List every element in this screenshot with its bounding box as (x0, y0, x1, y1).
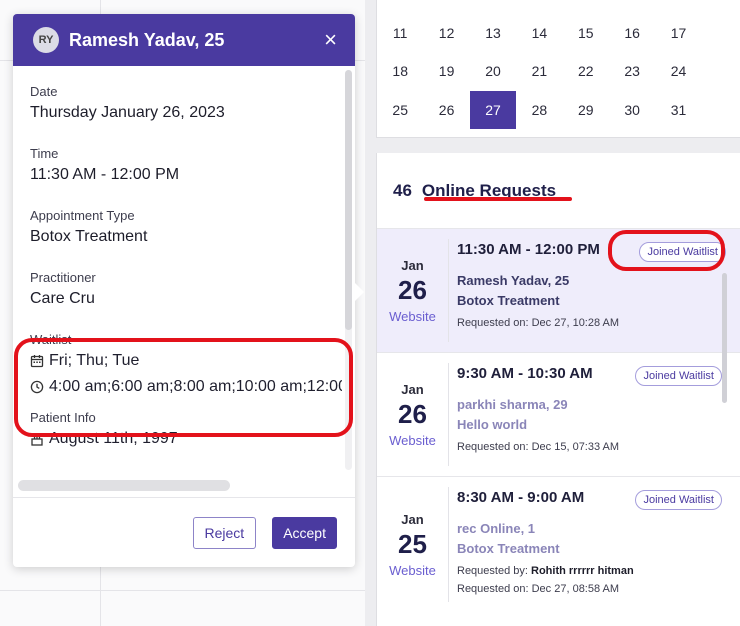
practitioner-value: Care Cru (30, 290, 95, 307)
calendar-day[interactable]: 29 (563, 91, 609, 129)
online-requests-panel: 46 Online Requests Jan 26 Website 11:30 … (376, 153, 740, 626)
modal-header: RY Ramesh Yadav, 25 × (13, 14, 355, 66)
request-item[interactable]: Jan 26 Website 9:30 AM - 10:30 AM parkhi… (377, 352, 740, 476)
online-requests-header: 46 Online Requests (377, 153, 740, 228)
calendar-day[interactable]: 28 (516, 91, 562, 129)
calendar-day[interactable]: 14 (516, 14, 562, 52)
request-source: Website (389, 308, 436, 324)
request-patient-name: Ramesh Yadav, 25 (457, 273, 570, 288)
joined-waitlist-badge: Joined Waitlist (635, 366, 722, 386)
accept-button[interactable]: Accept (272, 516, 337, 549)
date-field: Date Thursday January 26, 2023 (30, 84, 355, 122)
appointment-request-modal: RY Ramesh Yadav, 25 × Date Thursday Janu… (13, 14, 355, 567)
calendar-week-row: 25 26 27 28 29 30 31 (377, 91, 740, 129)
request-patient-name: parkhi sharma, 29 (457, 397, 568, 412)
requests-count: 46 (393, 180, 412, 200)
calendar-day[interactable]: 12 (423, 14, 469, 52)
modal-title: Ramesh Yadav, 25 (69, 29, 225, 50)
date-label: Date (30, 84, 58, 99)
appointment-type-label: Appointment Type (30, 208, 135, 223)
request-treatment: Botox Treatment (457, 293, 560, 308)
request-requested-on: Requested on: Dec 27, 10:28 AM (457, 317, 620, 329)
appointment-type-value: Botox Treatment (30, 228, 148, 245)
time-label: Time (30, 146, 59, 161)
avatar: RY (33, 27, 59, 53)
request-patient-name: rec Online, 1 (457, 521, 536, 536)
calendar-day[interactable]: 16 (609, 14, 655, 52)
waitlist-highlight-annotation (14, 338, 353, 437)
request-requested-by: Requested by: Rohith rrrrrr hitman (457, 565, 740, 577)
calendar-day[interactable]: 20 (470, 52, 516, 90)
calendar-day[interactable]: 13 (470, 14, 516, 52)
calendar-day[interactable]: 11 (377, 14, 423, 52)
request-item[interactable]: Jan 25 Website 8:30 AM - 9:00 AM rec Onl… (377, 476, 740, 626)
calendar-day-selected[interactable]: 27 (469, 91, 517, 129)
request-month: Jan (401, 257, 424, 273)
request-day: 25 (398, 528, 427, 559)
joined-waitlist-badge: Joined Waitlist (635, 490, 722, 510)
request-source: Website (389, 432, 436, 448)
badge-highlight-annotation (608, 230, 725, 271)
calendar-week-row: 18 19 20 21 22 23 24 (377, 52, 740, 90)
request-requested-on: Requested on: Dec 15, 07:33 AM (457, 441, 620, 453)
modal-vertical-scroll-thumb[interactable] (345, 70, 352, 330)
request-date: Jan 26 Website (377, 363, 449, 466)
modal-footer: Reject Accept (13, 497, 355, 567)
calendar-day[interactable]: 15 (563, 14, 609, 52)
calendar-day[interactable]: 19 (423, 52, 469, 90)
calendar-day[interactable]: 24 (655, 52, 701, 90)
reject-button[interactable]: Reject (192, 516, 257, 549)
calendar-day[interactable]: 18 (377, 52, 423, 90)
appointment-type-field: Appointment Type Botox Treatment (30, 208, 355, 246)
request-day: 26 (398, 274, 427, 305)
calendar-day[interactable]: 21 (516, 52, 562, 90)
requested-by-value: Rohith rrrrrr hitman (531, 565, 634, 577)
right-panel: 11 12 13 14 15 16 17 18 19 20 21 22 23 2… (365, 0, 740, 626)
modal-pointer-arrow (352, 280, 364, 304)
calendar-day[interactable]: 23 (609, 52, 655, 90)
close-icon[interactable]: × (324, 29, 337, 51)
requested-by-label: Requested by: (457, 565, 528, 577)
request-treatment: Hello world (457, 417, 528, 432)
calendar-day[interactable]: 17 (655, 14, 701, 52)
date-value: Thursday January 26, 2023 (30, 104, 225, 121)
calendar-day[interactable]: 26 (423, 91, 469, 129)
time-value: 11:30 AM - 12:00 PM (30, 166, 180, 183)
practitioner-label: Practitioner (30, 270, 96, 285)
calendar-day[interactable]: 31 (655, 91, 701, 129)
title-underline-annotation (424, 197, 572, 201)
calendar-day[interactable]: 30 (609, 91, 655, 129)
grid-line (0, 590, 365, 591)
request-source: Website (389, 562, 436, 578)
calendar-day[interactable]: 25 (377, 91, 423, 129)
practitioner-field: Practitioner Care Cru (30, 270, 355, 308)
request-month: Jan (401, 511, 424, 527)
calendar-day[interactable]: 22 (563, 52, 609, 90)
request-date: Jan 25 Website (377, 487, 449, 602)
request-requested-on: Requested on: Dec 27, 08:58 AM (457, 583, 620, 595)
request-treatment: Botox Treatment (457, 541, 560, 556)
request-month: Jan (401, 381, 424, 397)
mini-calendar: 11 12 13 14 15 16 17 18 19 20 21 22 23 2… (376, 0, 740, 138)
request-day: 26 (398, 398, 427, 429)
modal-horizontal-scrollbar[interactable] (18, 480, 230, 491)
time-field: Time 11:30 AM - 12:00 PM (30, 146, 355, 184)
requests-scrollbar[interactable] (722, 273, 727, 403)
request-date: Jan 26 Website (377, 239, 449, 342)
calendar-week-row: 11 12 13 14 15 16 17 (377, 14, 740, 52)
